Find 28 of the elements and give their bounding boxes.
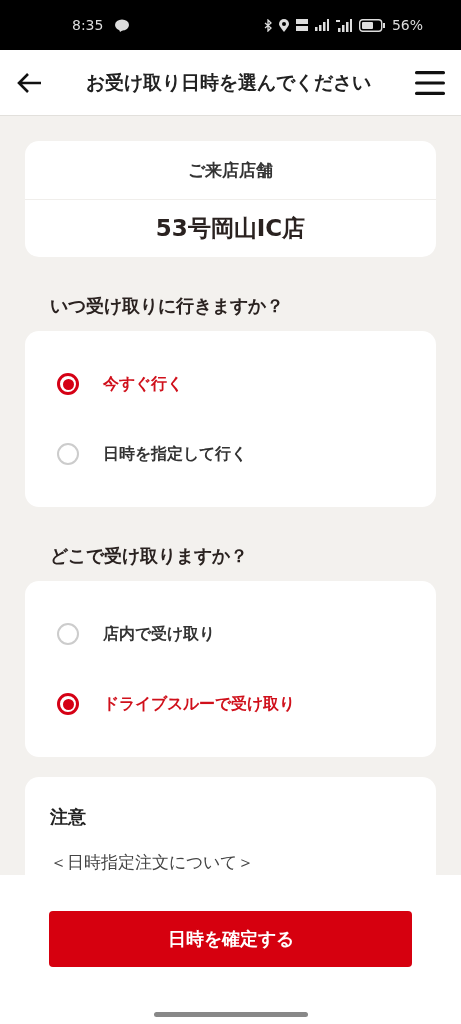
menu-button[interactable] — [415, 70, 445, 95]
question-heading: いつ受け取りに行きますか？ — [49, 294, 285, 318]
battery-icon — [358, 18, 385, 32]
question-heading: どこで受け取りますか？ — [49, 544, 249, 568]
radio-icon — [57, 443, 79, 465]
radio-icon — [57, 623, 79, 645]
back-button[interactable] — [16, 71, 42, 94]
bluetooth-icon — [263, 18, 272, 32]
location-icon — [278, 18, 289, 32]
radio-option[interactable]: ドライブスルーで受け取り — [25, 669, 436, 739]
radio-option[interactable]: 日時を指定して行く — [25, 419, 436, 489]
signal-icon — [314, 19, 329, 31]
back-arrow-icon — [16, 71, 42, 94]
radio-option[interactable]: 店内で受け取り — [25, 599, 436, 669]
notice-title: 注意 — [50, 805, 87, 829]
battery-percent: 56% — [391, 17, 423, 33]
signal-icon — [335, 18, 352, 32]
radio-icon — [57, 693, 79, 715]
confirm-button[interactable]: 日時を確定する — [49, 911, 412, 967]
page-title: お受け取り日時を選んでください — [86, 69, 371, 95]
clock-time: 8:35 — [72, 17, 104, 33]
radio-icon — [57, 373, 79, 395]
chat-bubble-icon — [115, 18, 130, 32]
store-label: ご来店店舗 — [188, 158, 273, 182]
menu-icon — [415, 70, 445, 95]
notice-subtitle: ＜日時指定注文について＞ — [50, 851, 255, 874]
radio-option[interactable]: 今すぐ行く — [25, 349, 436, 419]
store-name: 53号岡山IC店 — [155, 214, 306, 243]
